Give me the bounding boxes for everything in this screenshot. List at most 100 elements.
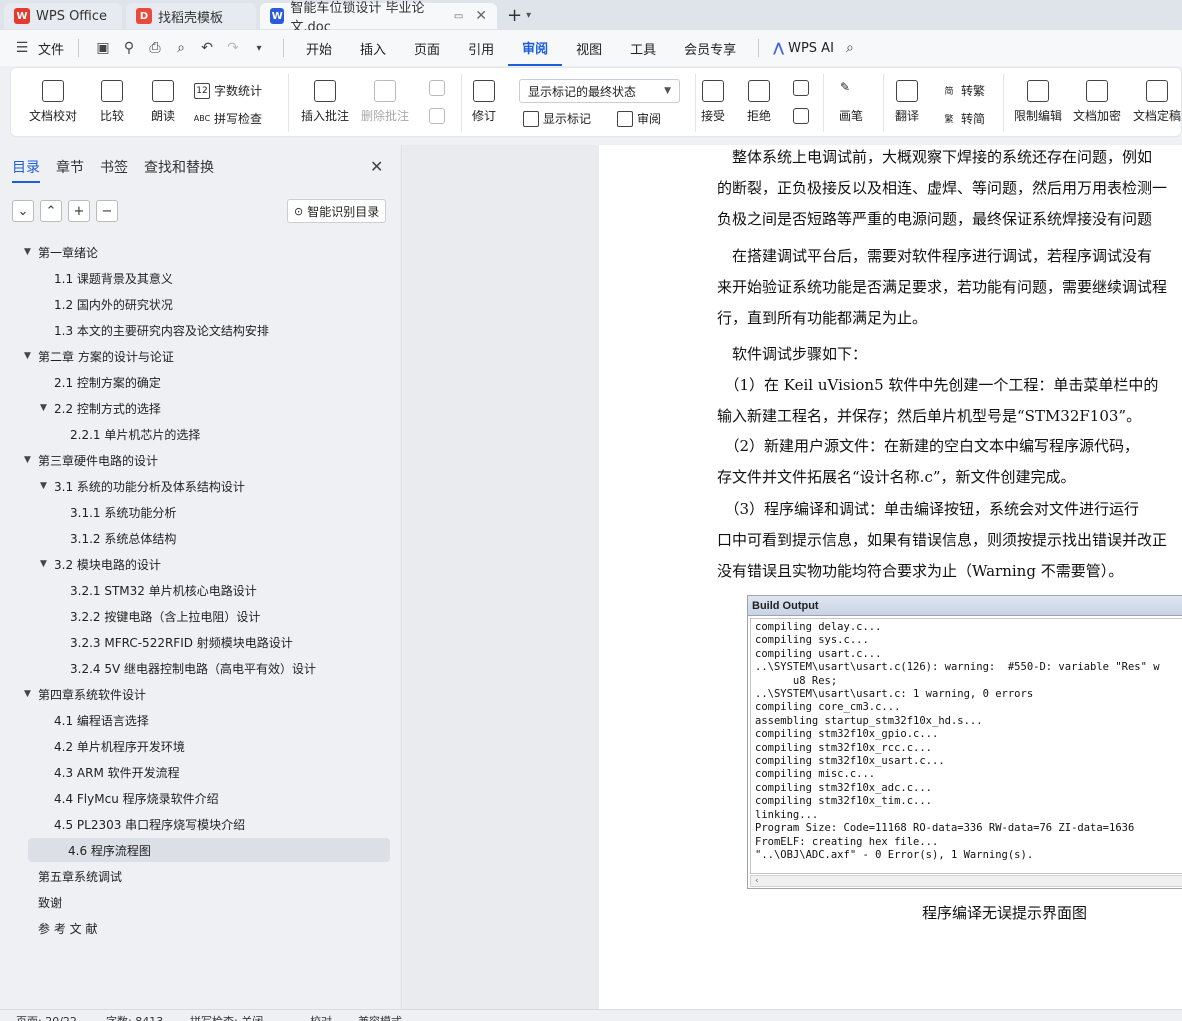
- encrypt-button[interactable]: 文档加密: [1073, 80, 1121, 124]
- toc-item[interactable]: 致谢: [24, 890, 62, 914]
- ink-button[interactable]: ✎ 画笔: [839, 80, 863, 124]
- page-indicator[interactable]: 页面: 20/22: [16, 1013, 77, 1021]
- finalize-button[interactable]: 文档定稿: [1133, 80, 1181, 124]
- next-change-button[interactable]: [793, 108, 809, 129]
- markup-state-select[interactable]: 显示标记的最终状态 ▼: [519, 79, 680, 103]
- tab-bookmarks[interactable]: 书签: [100, 157, 128, 183]
- tab-wps-office[interactable]: W WPS Office: [4, 3, 122, 29]
- read-aloud-button[interactable]: 朗读: [151, 80, 175, 124]
- toc-item[interactable]: ▼ 2.2 控制方式的选择: [40, 396, 161, 420]
- chevron-down-icon[interactable]: ▼: [24, 351, 38, 361]
- review-pane-button[interactable]: 审阅: [617, 110, 661, 127]
- menu-view[interactable]: 视图: [562, 30, 616, 66]
- screen-icon[interactable]: ▭: [454, 11, 463, 22]
- toc-item[interactable]: 参 考 文 献: [24, 916, 97, 940]
- toc-item[interactable]: 4.2 单片机程序开发环境: [40, 734, 185, 758]
- document-page[interactable]: 整体系统上电调试前，大概观察下焊接的系统还存在问题，例如 的断裂，正负极接反以及相…: [599, 145, 1182, 1009]
- file-menu[interactable]: 文件: [38, 39, 64, 58]
- toc-item[interactable]: 2.1 控制方案的确定: [40, 370, 161, 394]
- spell-check-indicator[interactable]: 拼写检查: 关闭: [190, 1013, 263, 1021]
- reject-button[interactable]: 拒绝: [747, 80, 771, 124]
- save-icon[interactable]: ▣: [93, 38, 113, 58]
- to-simplified-button[interactable]: 繁 转简: [941, 110, 985, 127]
- revise-button[interactable]: 修订: [472, 80, 496, 124]
- toc-item[interactable]: 3.2.3 MFRC-522RFID 射频模块电路设计: [56, 630, 293, 654]
- search-icon[interactable]: ⌕: [840, 38, 860, 58]
- menu-insert[interactable]: 插入: [346, 30, 400, 66]
- print-preview-icon[interactable]: ⌕: [171, 38, 191, 58]
- menu-references[interactable]: 引用: [454, 30, 508, 66]
- next-comment-button[interactable]: [429, 108, 445, 129]
- chevron-down-icon[interactable]: ▼: [24, 689, 38, 699]
- wps-ai-button[interactable]: ⋀ WPS AI: [767, 30, 840, 66]
- hamburger-icon[interactable]: ☰: [12, 38, 32, 58]
- toc-item[interactable]: 1.2 国内外的研究状况: [40, 292, 173, 316]
- collapse-button[interactable]: ⌄: [12, 200, 34, 222]
- translate-button[interactable]: 翻译: [895, 80, 919, 124]
- document-line: （3）程序编译和调试：单击编译按钮，系统会对文件进行运行: [717, 500, 1140, 518]
- menu-member[interactable]: 会员专享: [670, 30, 750, 66]
- toc-item[interactable]: ▼ 第一章绪论: [24, 240, 98, 264]
- add-heading-button[interactable]: +: [68, 200, 90, 222]
- toc-item[interactable]: 4.5 PL2303 串口程序烧写模块介绍: [40, 812, 245, 836]
- add-tab-icon[interactable]: +: [507, 5, 522, 26]
- toc-item[interactable]: 3.2.4 5V 继电器控制电路（高电平有效）设计: [56, 656, 316, 680]
- toc-item[interactable]: ▼ 第四章系统软件设计: [24, 682, 146, 706]
- spell-check-button[interactable]: ABC 拼写检查: [194, 110, 262, 127]
- toc-item[interactable]: 2.2.1 单片机芯片的选择: [56, 422, 200, 446]
- tab-template[interactable]: D 找稻壳模板: [126, 3, 256, 29]
- toc-item[interactable]: 4.3 ARM 软件开发流程: [40, 760, 180, 784]
- redo-icon[interactable]: ↷: [223, 38, 243, 58]
- chevron-down-icon[interactable]: ▼: [40, 403, 54, 413]
- toc-item[interactable]: 1.1 课题背景及其意义: [40, 266, 173, 290]
- to-traditional-button[interactable]: 简 转繁: [941, 82, 985, 99]
- accept-button[interactable]: 接受: [701, 80, 725, 124]
- toc-item[interactable]: 3.2.2 按键电路（含上拉电阻）设计: [56, 604, 260, 628]
- smart-toc-button[interactable]: ⊙ 智能识别目录: [287, 199, 387, 223]
- restrict-edit-button[interactable]: 限制编辑: [1014, 80, 1062, 124]
- toc-item[interactable]: 第五章系统调试: [24, 864, 122, 888]
- chevron-down-icon[interactable]: ▾: [249, 38, 269, 58]
- word-count-indicator[interactable]: 字数: 8413: [106, 1013, 163, 1021]
- expand-button[interactable]: ⌃: [40, 200, 62, 222]
- toc-item[interactable]: ▼ 第二章 方案的设计与论证: [24, 344, 174, 368]
- proof-indicator[interactable]: 校对: [310, 1013, 332, 1021]
- tab-chapters[interactable]: 章节: [56, 157, 84, 183]
- undo-icon[interactable]: ↶: [197, 38, 217, 58]
- remove-heading-button[interactable]: −: [96, 200, 118, 222]
- toc-item[interactable]: 4.4 FlyMcu 程序烧录软件介绍: [40, 786, 219, 810]
- doc-check-button[interactable]: 文档校对: [29, 80, 77, 124]
- tab-toc[interactable]: 目录: [12, 157, 40, 183]
- tab-find-replace[interactable]: 查找和替换: [144, 157, 214, 183]
- show-markup-button[interactable]: 显示标记: [523, 110, 591, 127]
- menu-home[interactable]: 开始: [292, 30, 346, 66]
- print-icon[interactable]: ⎙: [145, 38, 165, 58]
- delete-comment-button[interactable]: 删除批注: [361, 80, 409, 124]
- toc-item[interactable]: 4.1 编程语言选择: [40, 708, 149, 732]
- chevron-down-icon[interactable]: ▼: [24, 247, 38, 257]
- chevron-down-icon[interactable]: ▾: [526, 10, 531, 21]
- close-icon[interactable]: ✕: [370, 157, 383, 176]
- menu-page[interactable]: 页面: [400, 30, 454, 66]
- menu-review[interactable]: 审阅: [508, 30, 563, 66]
- toc-item[interactable]: 4.6 程序流程图: [28, 838, 390, 862]
- insert-comment-button[interactable]: 插入批注: [301, 80, 349, 124]
- toc-item[interactable]: 1.3 本文的主要研究内容及论文结构安排: [40, 318, 269, 342]
- toc-item[interactable]: 3.1.2 系统总体结构: [56, 526, 176, 550]
- chevron-down-icon[interactable]: ▼: [40, 481, 54, 491]
- close-icon[interactable]: ✕: [475, 8, 487, 24]
- compare-button[interactable]: 比较: [100, 80, 124, 124]
- share-icon[interactable]: ⚲: [119, 38, 139, 58]
- word-count-button[interactable]: 12 字数统计: [194, 82, 262, 99]
- chevron-down-icon[interactable]: ▼: [40, 559, 54, 569]
- toc-item[interactable]: ▼ 3.1 系统的功能分析及体系结构设计: [40, 474, 245, 498]
- menu-tools[interactable]: 工具: [616, 30, 670, 66]
- toc-item[interactable]: 3.2.1 STM32 单片机核心电路设计: [56, 578, 257, 602]
- tab-document[interactable]: W 智能车位锁设计 毕业论文.doc ▭ ✕: [260, 1, 497, 35]
- prev-comment-button[interactable]: [429, 80, 445, 101]
- toc-item[interactable]: 3.1.1 系统功能分析: [56, 500, 176, 524]
- prev-change-button[interactable]: [793, 80, 809, 101]
- chevron-down-icon[interactable]: ▼: [24, 455, 38, 465]
- toc-item[interactable]: ▼ 3.2 模块电路的设计: [40, 552, 161, 576]
- toc-item[interactable]: ▼ 第三章硬件电路的设计: [24, 448, 158, 472]
